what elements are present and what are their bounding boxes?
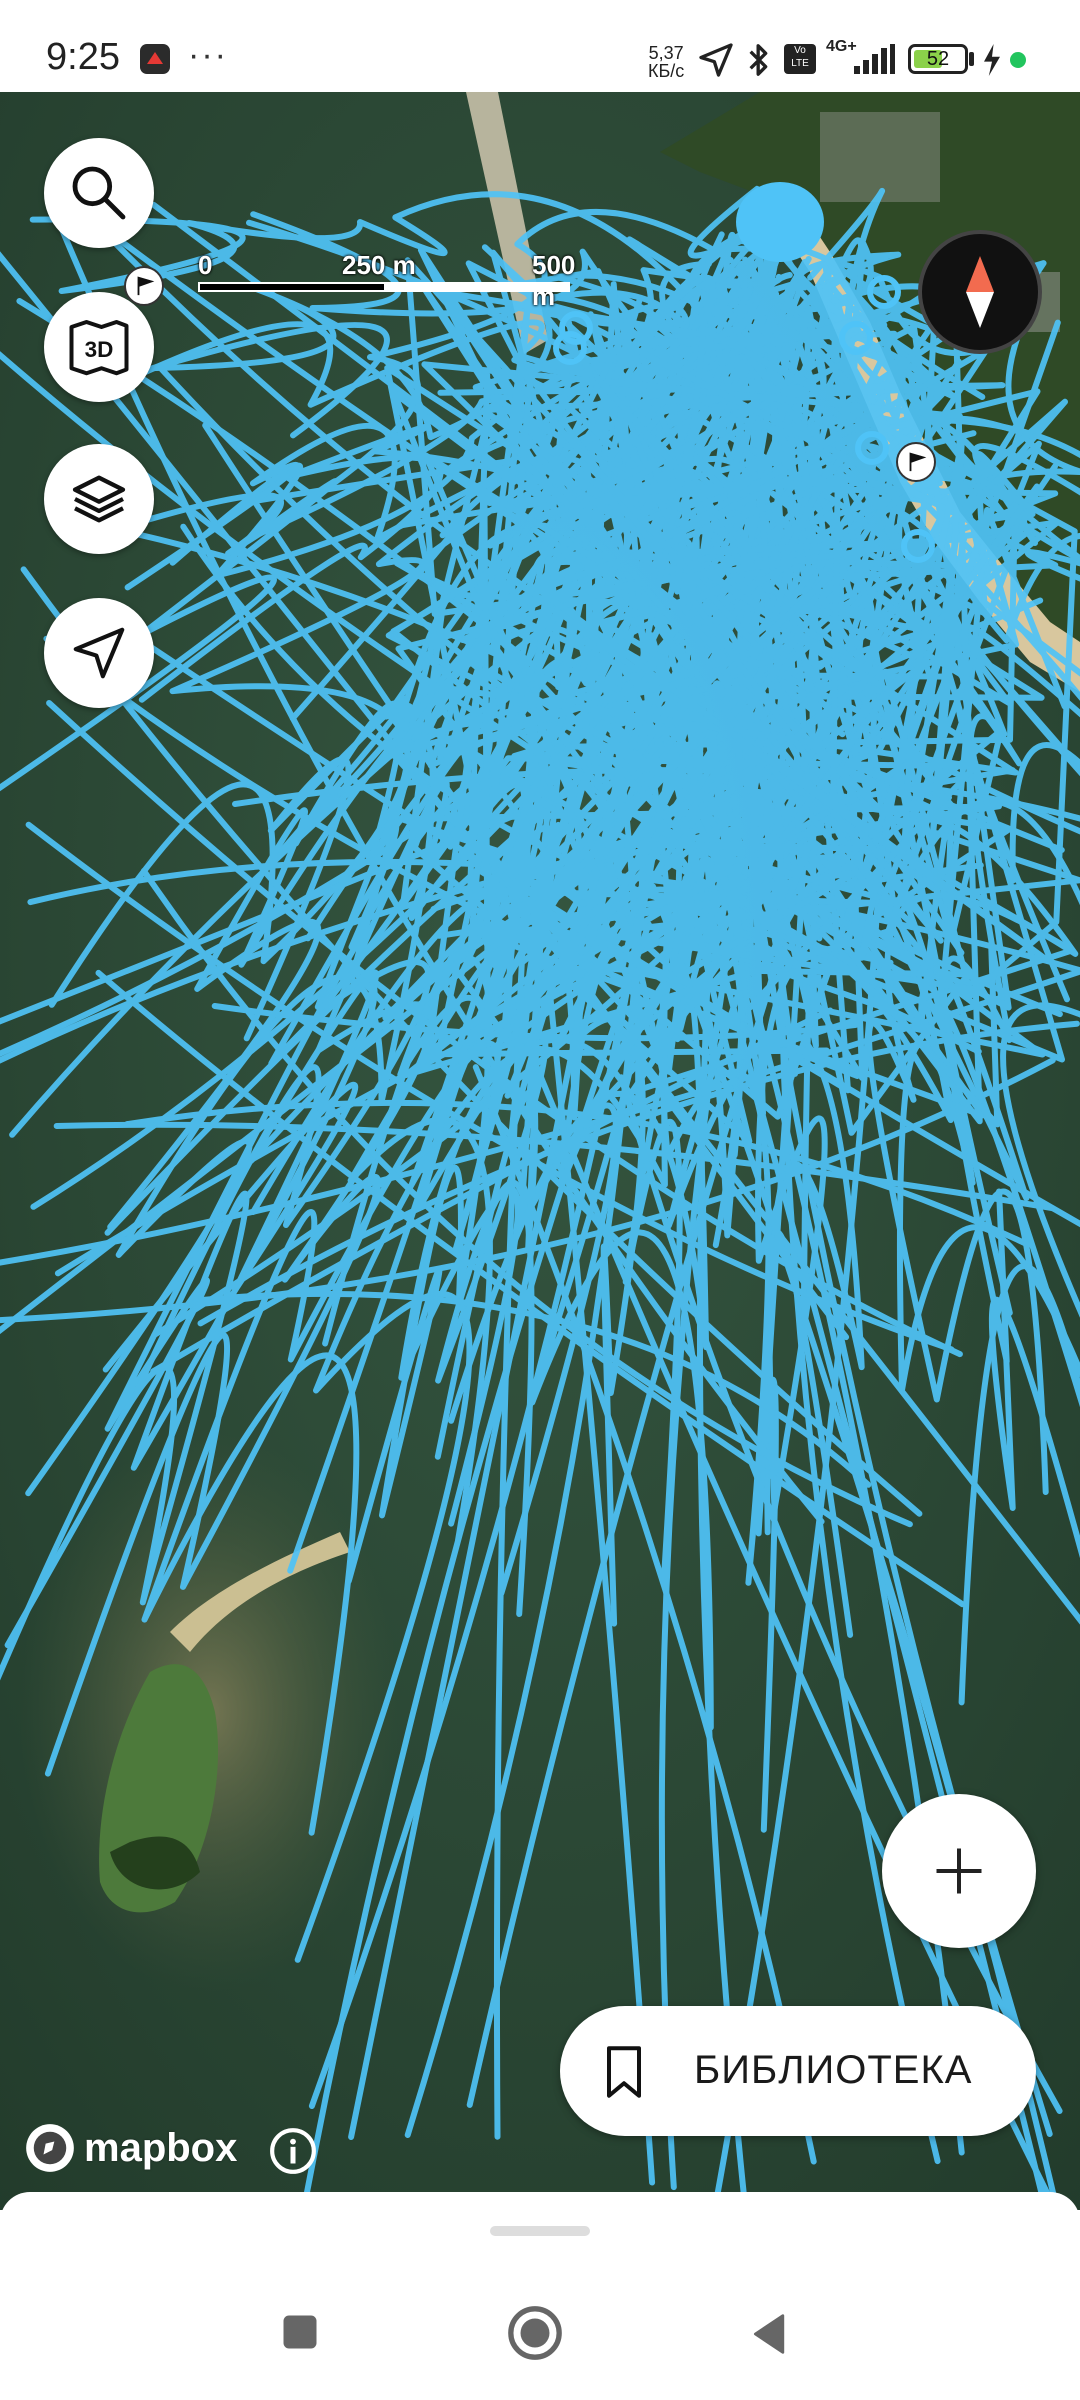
compass-icon xyxy=(966,256,994,328)
info-icon[interactable] xyxy=(268,2126,318,2176)
status-time: 9:25 xyxy=(46,36,120,78)
locate-button[interactable] xyxy=(44,598,154,708)
mapbox-logo[interactable]: mapbox xyxy=(24,2120,237,2176)
recent-apps-icon[interactable] xyxy=(278,2310,322,2354)
layers-button[interactable] xyxy=(44,444,154,554)
map-3d-label: 3D xyxy=(85,337,114,362)
search-icon xyxy=(72,166,126,220)
add-button[interactable] xyxy=(882,1794,1036,1948)
map-3d-button[interactable]: 3D xyxy=(44,292,154,402)
bluetooth-icon xyxy=(749,44,768,76)
privacy-dot-icon xyxy=(1010,52,1026,68)
track-hub[interactable] xyxy=(736,182,824,262)
library-button[interactable]: БИБЛИОТЕКА xyxy=(560,2006,1036,2136)
mapbox-logo-icon xyxy=(26,2124,74,2172)
battery-icon: 52 xyxy=(908,44,968,74)
scale-label-zero: 0 xyxy=(198,250,213,280)
signal-icon xyxy=(854,44,895,74)
scale-bar-graphic xyxy=(198,282,570,292)
location-arrow-icon xyxy=(699,43,733,77)
network-speed: 5,37 КБ/с xyxy=(648,44,684,80)
scale-label-mid: 250 m xyxy=(342,250,416,280)
scale-label-end: 500 m xyxy=(532,250,576,311)
back-icon[interactable] xyxy=(748,2310,792,2358)
bottom-sheet[interactable] xyxy=(0,2192,1080,2270)
home-icon[interactable] xyxy=(506,2304,564,2362)
buildings xyxy=(820,112,940,202)
compass-button[interactable] xyxy=(918,230,1042,354)
layers-icon xyxy=(72,475,126,523)
map-3d-icon: 3D xyxy=(69,320,129,376)
flag-marker[interactable] xyxy=(896,442,936,482)
bookmark-icon xyxy=(607,2046,641,2098)
sheet-drag-handle[interactable] xyxy=(490,2226,590,2236)
flag-icon xyxy=(137,276,155,296)
network-speed-value: 5,37 xyxy=(648,43,684,63)
scale-bar: 0 250 m 500 m xyxy=(198,250,575,311)
mapbox-attribution: mapbox xyxy=(84,2125,238,2170)
more-notifications-icon: ··· xyxy=(188,36,228,74)
plus-icon xyxy=(936,1848,982,1894)
network-speed-unit: КБ/с xyxy=(648,61,685,81)
flag-badge xyxy=(124,266,164,306)
charging-icon xyxy=(984,44,1000,76)
battery-level: 52 xyxy=(926,48,950,70)
search-button[interactable] xyxy=(44,138,154,248)
volte-icon: Vo LTE xyxy=(784,44,816,74)
app-notification-icon xyxy=(140,44,170,74)
navigation-arrow-icon xyxy=(73,627,125,679)
flag-icon xyxy=(909,452,927,472)
battery-cap xyxy=(969,52,974,66)
library-label: БИБЛИОТЕКА xyxy=(694,2048,973,2092)
status-bar: 9:25 ··· 5,37 КБ/с Vo LTE 4G+ 52 xyxy=(0,0,1080,92)
map-view[interactable]: 0 250 m 500 m 3D БИБЛИОТЕКА mapbox xyxy=(0,92,1080,2210)
system-nav-bar xyxy=(0,2270,1080,2400)
